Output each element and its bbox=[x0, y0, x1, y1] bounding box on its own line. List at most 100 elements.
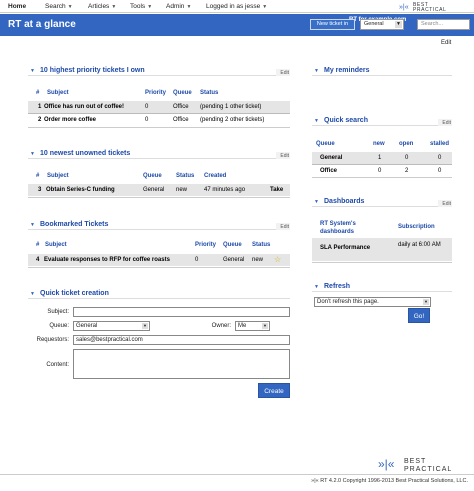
svg-text:»|«: »|« bbox=[378, 457, 395, 471]
nav-user[interactable]: Logged in as jesse ▼ bbox=[206, 3, 267, 10]
box-title[interactable]: Dashboards bbox=[324, 198, 364, 205]
dashboards-box: ▼ Dashboards Edit RT System's dashboards… bbox=[312, 198, 452, 264]
ticket-subject-link[interactable]: Order more coffee bbox=[44, 117, 96, 123]
column-header: open bbox=[399, 141, 414, 147]
column-header: new bbox=[373, 141, 385, 147]
create-button[interactable]: Create bbox=[258, 383, 290, 398]
ticket-subject-link[interactable]: Evaluate responses to RFP for coffee roa… bbox=[44, 257, 170, 263]
bookmark-star-icon[interactable]: ☆ bbox=[274, 255, 281, 264]
table-row[interactable]: SLA Performance daily at 6:00 AM bbox=[312, 238, 452, 261]
svg-text:PRACTICAL: PRACTICAL bbox=[413, 7, 446, 12]
ticket-subject-link[interactable]: Office has run out of coffee! bbox=[44, 104, 124, 110]
chevron-down-icon: ▼ bbox=[262, 323, 268, 329]
refresh-select[interactable]: Don't refresh this page. ▼ bbox=[314, 297, 431, 307]
page-header: RT at a glance RT for example.com New ti… bbox=[0, 14, 474, 36]
table-row[interactable]: 2 Order more coffee 0 Office (pending 2 … bbox=[28, 114, 290, 126]
requestors-input[interactable]: sales@bestpractical.com bbox=[73, 335, 290, 345]
column-header[interactable]: Subject bbox=[45, 242, 67, 248]
column-header[interactable]: Status bbox=[200, 90, 218, 96]
reminders-box: ▼ My reminders bbox=[312, 67, 452, 100]
chevron-down-icon: ▼ bbox=[67, 4, 73, 10]
collapse-icon[interactable]: ▼ bbox=[314, 118, 319, 124]
column-header[interactable]: Created bbox=[204, 173, 226, 179]
box-title[interactable]: Quick search bbox=[324, 117, 368, 124]
box-edit-link[interactable]: Edit bbox=[280, 70, 289, 76]
page-edit-link[interactable]: Edit bbox=[441, 40, 451, 46]
collapse-icon[interactable]: ▼ bbox=[314, 199, 319, 205]
dashboard-link[interactable]: SLA Performance bbox=[320, 245, 370, 251]
queue-label: Queue: bbox=[49, 323, 69, 329]
take-link[interactable]: Take bbox=[270, 187, 283, 193]
content-label: Content: bbox=[46, 362, 69, 368]
nav-tools[interactable]: Tools ▼ bbox=[130, 3, 152, 10]
column-header[interactable]: Priority bbox=[195, 242, 216, 248]
search-input[interactable]: Search... bbox=[417, 19, 470, 30]
nav-home[interactable]: Home bbox=[8, 3, 26, 10]
chevron-down-icon: ▼ bbox=[262, 4, 268, 10]
svg-text:PRACTICAL: PRACTICAL bbox=[404, 466, 452, 473]
column-header[interactable]: Queue bbox=[223, 242, 242, 248]
column-header[interactable]: Subject bbox=[47, 90, 69, 96]
queue-select[interactable]: General ▼ bbox=[73, 321, 150, 331]
box-edit-link[interactable]: Edit bbox=[442, 201, 451, 207]
column-header[interactable]: # bbox=[36, 90, 39, 96]
nav-articles[interactable]: Articles ▼ bbox=[88, 3, 116, 10]
priority-tickets-box: ▼ 10 highest priority tickets I own Edit… bbox=[28, 67, 290, 128]
queue-link[interactable]: General bbox=[320, 155, 342, 161]
column-header[interactable]: Subject bbox=[47, 173, 69, 179]
best-practical-logo: »|« BEST PRACTICAL bbox=[397, 1, 471, 12]
box-edit-link[interactable]: Edit bbox=[442, 120, 451, 126]
column-header: stalled bbox=[430, 141, 450, 147]
table-row[interactable]: 1 Office has run out of coffee! 0 Office… bbox=[28, 101, 290, 113]
column-header[interactable]: Priority bbox=[145, 90, 166, 96]
box-edit-link[interactable]: Edit bbox=[280, 153, 289, 159]
go-button[interactable]: Go! bbox=[408, 308, 430, 323]
collapse-icon[interactable]: ▼ bbox=[314, 284, 319, 290]
ticket-subject-link[interactable]: Obtain Series-C funding bbox=[46, 187, 115, 193]
column-header[interactable]: Queue bbox=[143, 173, 162, 179]
content-textarea[interactable] bbox=[73, 349, 290, 379]
table-row[interactable]: Office 0 2 0 bbox=[312, 165, 452, 177]
column-header[interactable]: Status bbox=[176, 173, 194, 179]
queue-link[interactable]: Office bbox=[320, 168, 337, 174]
unowned-tickets-box: ▼ 10 newest unowned tickets Edit # Subje… bbox=[28, 150, 290, 199]
box-edit-link[interactable]: Edit bbox=[280, 224, 289, 230]
box-title[interactable]: 10 newest unowned tickets bbox=[40, 150, 130, 157]
new-ticket-queue-select[interactable]: General ▼ bbox=[360, 19, 404, 30]
subject-label: Subject: bbox=[47, 309, 69, 315]
collapse-icon[interactable]: ▼ bbox=[30, 151, 35, 157]
column-header[interactable]: # bbox=[36, 173, 39, 179]
collapse-icon[interactable]: ▼ bbox=[30, 291, 35, 297]
box-title: Refresh bbox=[324, 283, 351, 290]
nav-admin[interactable]: Admin ▼ bbox=[166, 3, 191, 10]
column-header[interactable]: # bbox=[36, 242, 39, 248]
collapse-icon[interactable]: ▼ bbox=[30, 68, 35, 74]
column-header: Queue bbox=[316, 141, 335, 147]
new-ticket-button[interactable]: New ticket in bbox=[310, 19, 355, 30]
collapse-icon[interactable]: ▼ bbox=[30, 222, 35, 228]
owner-select[interactable]: Me ▼ bbox=[235, 321, 270, 331]
column-header[interactable]: Queue bbox=[173, 90, 192, 96]
nav-search[interactable]: Search ▼ bbox=[45, 3, 73, 10]
quick-search-box: ▼ Quick search Edit Queue new open stall… bbox=[312, 117, 452, 178]
footer-copyright: »|« RT 4.2.0 Copyright 1996-2013 Best Pr… bbox=[311, 478, 468, 484]
collapse-icon[interactable]: ▼ bbox=[314, 68, 319, 74]
page-title: RT at a glance bbox=[8, 19, 76, 30]
footer-divider bbox=[0, 474, 474, 475]
table-row[interactable]: 4 Evaluate responses to RFP for coffee r… bbox=[28, 254, 290, 266]
svg-text:BEST: BEST bbox=[404, 458, 426, 465]
box-title: Quick ticket creation bbox=[40, 290, 109, 297]
chevron-down-icon: ▼ bbox=[423, 299, 429, 305]
table-row[interactable]: 3 Obtain Series-C funding General new 47… bbox=[28, 184, 290, 196]
owner-label: Owner: bbox=[211, 323, 231, 329]
chevron-down-icon: ▼ bbox=[147, 4, 153, 10]
column-header: RT System's dashboards bbox=[320, 221, 356, 235]
bookmarked-tickets-box: ▼ Bookmarked Tickets Edit # Subject Prio… bbox=[28, 221, 290, 270]
column-header: Subscription bbox=[398, 224, 435, 230]
column-header[interactable]: Status bbox=[252, 242, 270, 248]
box-title[interactable]: Bookmarked Tickets bbox=[40, 221, 108, 228]
box-title[interactable]: 10 highest priority tickets I own bbox=[40, 67, 145, 74]
box-title[interactable]: My reminders bbox=[324, 67, 370, 74]
table-row[interactable]: General 1 0 0 bbox=[312, 152, 452, 164]
subject-input[interactable] bbox=[73, 307, 290, 317]
